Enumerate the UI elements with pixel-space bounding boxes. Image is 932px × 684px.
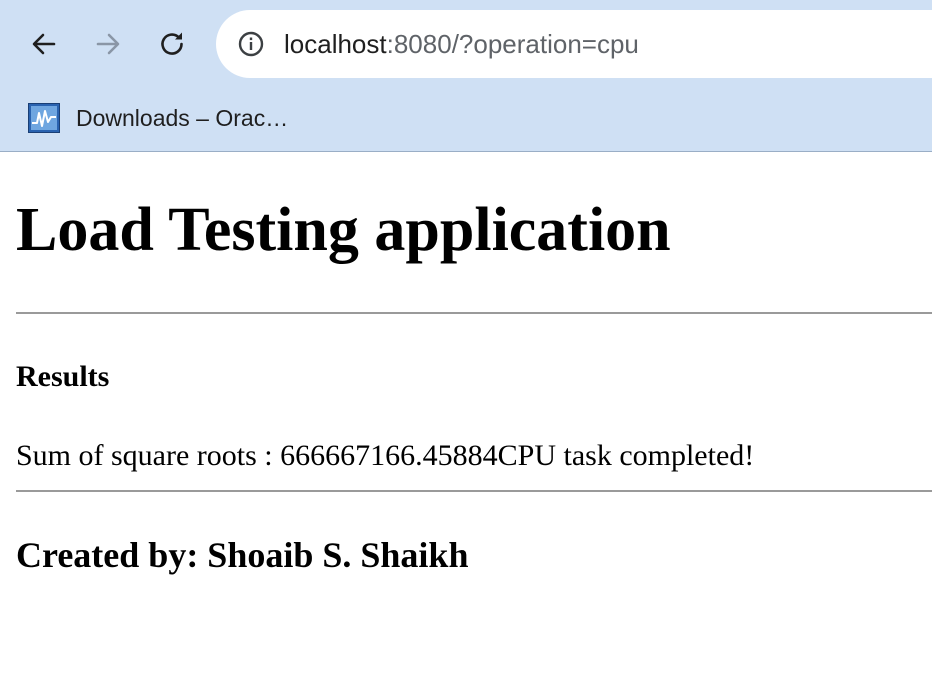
- arrow-right-icon: [96, 33, 120, 55]
- reload-button[interactable]: [150, 22, 194, 66]
- bookmark-label: Downloads – Orac…: [76, 104, 289, 131]
- url-text: localhost:8080/?operation=cpu: [284, 29, 639, 60]
- credit-heading: Created by: Shoaib S. Shaikh: [16, 535, 469, 575]
- page-title: Load Testing application: [16, 196, 671, 264]
- divider: [16, 490, 932, 492]
- url-path: :8080/?operation=cpu: [386, 28, 639, 59]
- browser-chrome: localhost:8080/?operation=cpu Downloads …: [0, 0, 932, 152]
- bookmarks-bar: Downloads – Orac…: [0, 92, 932, 144]
- back-button[interactable]: [22, 22, 66, 66]
- results-heading: Results: [16, 360, 110, 393]
- url-host: localhost: [284, 28, 387, 59]
- reload-icon: [161, 32, 183, 55]
- info-icon[interactable]: [236, 29, 266, 59]
- divider: [16, 312, 932, 314]
- forward-button[interactable]: [86, 22, 130, 66]
- browser-toolbar: localhost:8080/?operation=cpu: [0, 0, 932, 88]
- oracle-monitor-favicon-icon: [28, 103, 60, 133]
- bookmark-downloads-oracle[interactable]: Downloads – Orac…: [28, 98, 288, 138]
- page-content: Load Testing application Results Sum of …: [0, 152, 932, 684]
- result-text: Sum of square roots : 666667166.45884CPU…: [16, 439, 755, 472]
- address-bar[interactable]: localhost:8080/?operation=cpu: [216, 10, 932, 78]
- arrow-left-icon: [32, 33, 56, 55]
